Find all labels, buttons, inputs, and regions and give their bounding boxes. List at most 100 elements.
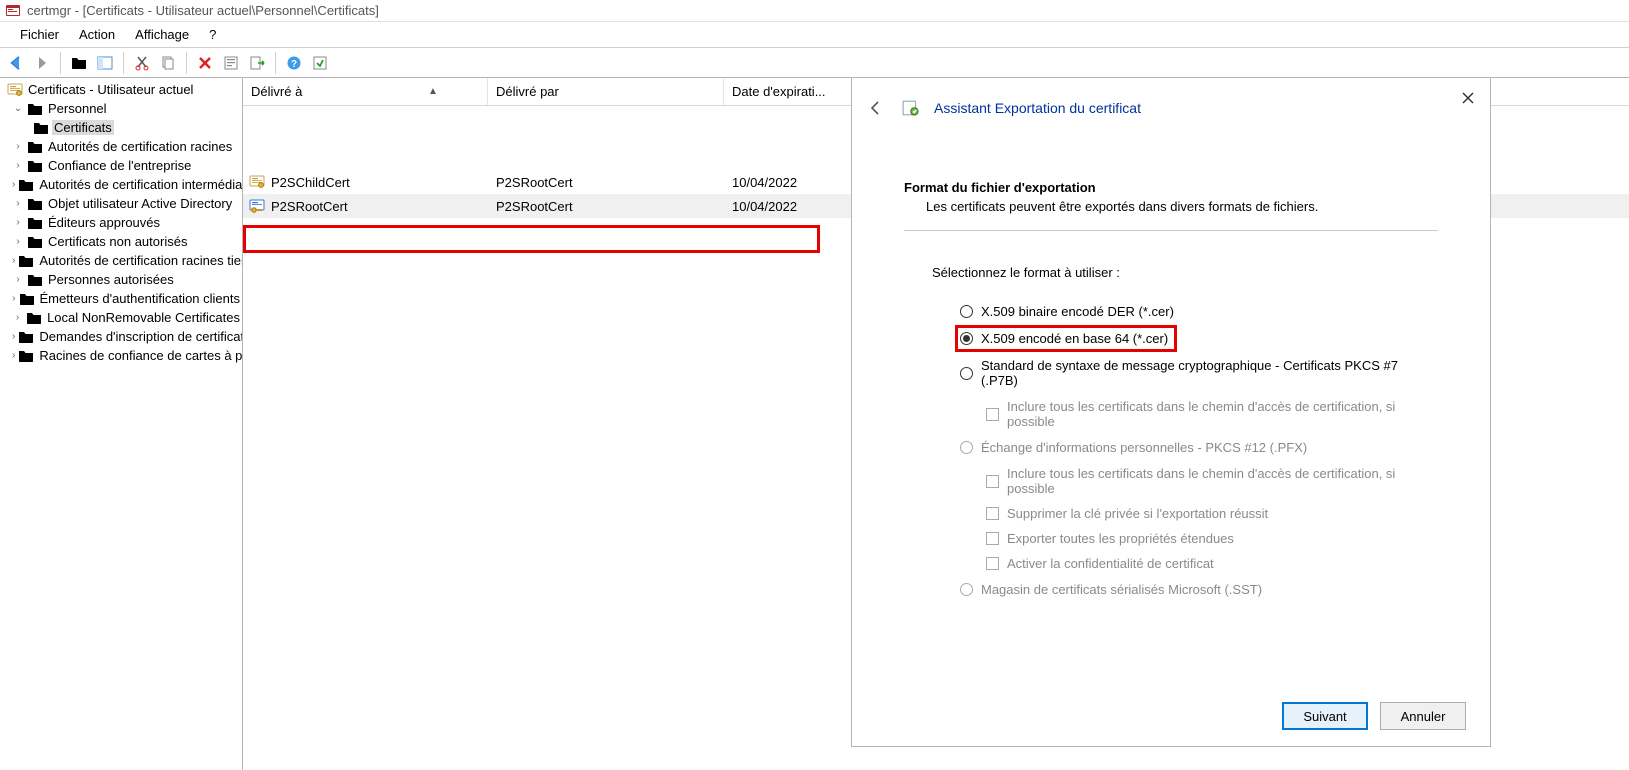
folder-icon [33, 120, 49, 136]
chevron-right-icon: › [12, 331, 15, 342]
cell-name: P2SChildCert [271, 175, 350, 190]
cell-expires: 10/04/2022 [732, 175, 797, 190]
cell-issuer: P2SRootCert [496, 199, 573, 214]
checkbox-icon [986, 408, 999, 421]
tree-node-label: Confiance de l'entreprise [46, 158, 193, 173]
checkbox-label: Supprimer la clé privée si l'exportation… [1007, 506, 1268, 521]
radio-label: Standard de syntaxe de message cryptogra… [981, 358, 1436, 388]
tree-node[interactable]: ›Certificats non autorisés [0, 232, 242, 251]
radio-icon [960, 305, 973, 318]
wizard-prompt: Sélectionnez le format à utiliser : [932, 265, 1438, 280]
column-header-issued-by[interactable]: Délivré par [488, 78, 724, 105]
tree-node[interactable]: ›Éditeurs approuvés [0, 213, 242, 232]
cell-expires: 10/04/2022 [732, 199, 797, 214]
toolbar: ? [0, 48, 1629, 78]
chevron-right-icon: › [12, 293, 16, 304]
cert-key-icon [249, 198, 265, 214]
show-tree-button[interactable] [93, 51, 117, 75]
wizard-back-button[interactable] [864, 96, 888, 120]
close-button[interactable] [1456, 86, 1480, 110]
cut-button[interactable] [130, 51, 154, 75]
column-label: Délivré par [496, 84, 559, 99]
menu-action[interactable]: Action [69, 25, 125, 44]
chevron-right-icon: › [12, 141, 24, 152]
menu-file[interactable]: Fichier [10, 25, 69, 44]
tree-node-label: Autorités de certification intermédiaire… [37, 177, 243, 192]
chevron-down-icon: ⌄ [12, 103, 24, 114]
folder-icon [18, 253, 34, 269]
tree-node-label: Émetteurs d'authentification clients [38, 291, 242, 306]
tree-node-label: Local NonRemovable Certificates [45, 310, 242, 325]
column-label: Délivré à [251, 84, 302, 99]
tree-node-label: Demandes d'inscription de certificat [37, 329, 243, 344]
radio-label: Magasin de certificats sérialisés Micros… [981, 582, 1262, 597]
tree-node[interactable]: › Émetteurs d'authentification clients [0, 289, 242, 308]
tree-root-label: Certificats - Utilisateur actuel [26, 82, 195, 97]
chevron-right-icon: › [12, 255, 15, 266]
folder-icon [27, 272, 43, 288]
highlight-box-row [243, 225, 820, 253]
radio-p7b[interactable]: Standard de syntaxe de message cryptogra… [958, 352, 1438, 394]
divider [904, 230, 1438, 231]
delete-button[interactable] [193, 51, 217, 75]
radio-sst: Magasin de certificats sérialisés Micros… [958, 576, 1438, 603]
export-button[interactable] [245, 51, 269, 75]
help-button[interactable]: ? [282, 51, 306, 75]
forward-button[interactable] [30, 51, 54, 75]
tree-node[interactable]: ›Racines de confiance de cartes à puce [0, 346, 242, 365]
format-options: X.509 binaire encodé DER (*.cer) X.509 e… [932, 298, 1438, 603]
wizard-header: Assistant Exportation du certificat [852, 78, 1490, 144]
radio-icon [960, 367, 973, 380]
tree-node-label: Certificats [52, 120, 114, 135]
sort-asc-icon: ▲ [427, 86, 439, 97]
menu-bar: Fichier Action Affichage ? [0, 22, 1629, 48]
tree-node-label: Éditeurs approuvés [46, 215, 162, 230]
checkbox-icon [986, 507, 999, 520]
tree-pane: Certificats - Utilisateur actuel ⌄ Perso… [0, 78, 243, 770]
wizard-icon [902, 99, 920, 117]
tree-node-label: Racines de confiance de cartes à puce [37, 348, 243, 363]
chevron-right-icon: › [12, 179, 15, 190]
radio-label: X.509 binaire encodé DER (*.cer) [981, 304, 1174, 319]
tree-node[interactable]: ›Personnes autorisées [0, 270, 242, 289]
folder-icon [18, 177, 34, 193]
back-button[interactable] [4, 51, 28, 75]
tree-node-label: Certificats non autorisés [46, 234, 189, 249]
radio-icon [960, 583, 973, 596]
tree-root[interactable]: Certificats - Utilisateur actuel [0, 80, 242, 99]
svg-text:?: ? [291, 59, 297, 70]
tree-node[interactable]: ›Confiance de l'entreprise [0, 156, 242, 175]
checkbox-pfx-delkey: Supprimer la clé privée si l'exportation… [958, 501, 1438, 526]
checkbox-label: Exporter toutes les propriétés étendues [1007, 531, 1234, 546]
cancel-button[interactable]: Annuler [1380, 702, 1466, 730]
menu-view[interactable]: Affichage [125, 25, 199, 44]
tree-node[interactable]: ›Objet utilisateur Active Directory [0, 194, 242, 213]
radio-label: Échange d'informations personnelles - PK… [981, 440, 1307, 455]
tree-node[interactable]: › Autorités de certification intermédiair… [0, 175, 242, 194]
tree-node-personnel[interactable]: ⌄ Personnel [0, 99, 242, 118]
chevron-right-icon: › [12, 274, 24, 285]
column-header-issued-to[interactable]: Délivré à ▲ [243, 78, 488, 105]
copy-button[interactable] [156, 51, 180, 75]
wizard-title: Assistant Exportation du certificat [934, 100, 1141, 116]
refresh-button[interactable] [308, 51, 332, 75]
radio-der[interactable]: X.509 binaire encodé DER (*.cer) [958, 298, 1438, 325]
tree-node[interactable]: ›Autorités de certification racines [0, 137, 242, 156]
checkbox-pfx-privacy: Activer la confidentialité de certificat [958, 551, 1438, 576]
tree-node[interactable]: › Demandes d'inscription de certificat [0, 327, 242, 346]
folder-icon [27, 101, 43, 117]
tree-node[interactable]: ›Local NonRemovable Certificates [0, 308, 242, 327]
menu-help[interactable]: ? [199, 25, 226, 44]
tree-node[interactable]: ›Autorités de certification racines tier… [0, 251, 242, 270]
radio-icon [960, 441, 973, 454]
tree-node-label: Personnel [46, 101, 109, 116]
properties-button[interactable] [219, 51, 243, 75]
tree-node-certificats[interactable]: Certificats [0, 118, 242, 137]
window-title: certmgr - [Certificats - Utilisateur act… [27, 3, 379, 18]
highlight-box-radio: X.509 encodé en base 64 (*.cer) [955, 325, 1177, 352]
up-folder-button[interactable] [67, 51, 91, 75]
certmgr-app-icon [5, 3, 21, 19]
next-button[interactable]: Suivant [1282, 702, 1368, 730]
checkbox-pfx-chain: Inclure tous les certificats dans le che… [958, 461, 1438, 501]
folder-icon [18, 329, 34, 345]
